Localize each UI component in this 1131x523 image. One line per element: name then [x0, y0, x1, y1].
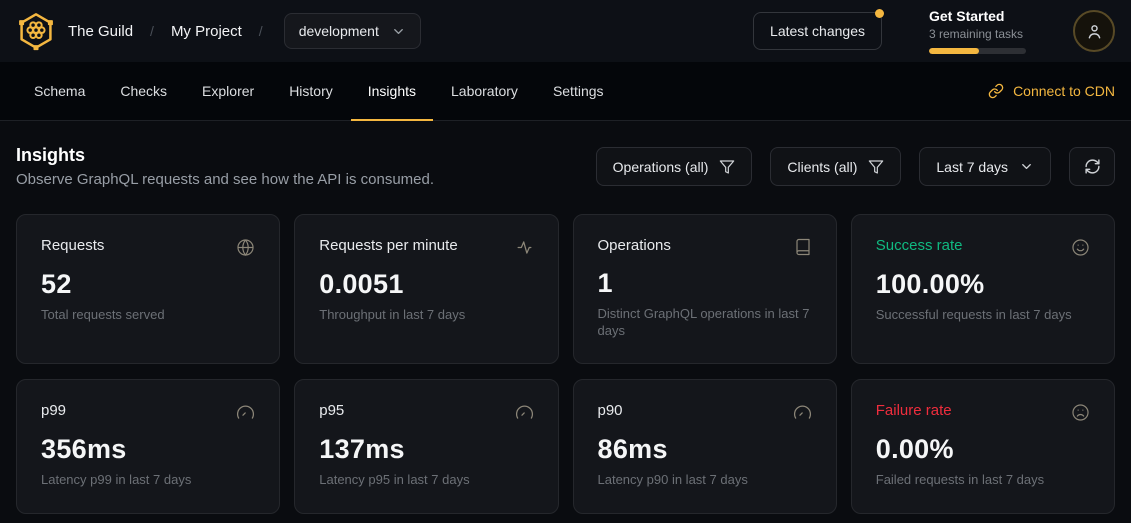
tab-schema[interactable]: Schema [34, 62, 85, 120]
clients-filter-button[interactable]: Clients (all) [770, 147, 901, 186]
page-header: Insights Observe GraphQL requests and se… [16, 145, 434, 188]
stat-card-failure-rate: Failure rate 0.00% Failed requests in la… [851, 379, 1115, 514]
frown-icon [1071, 403, 1090, 422]
tab-navigation: Schema Checks Explorer History Insights … [0, 62, 1131, 121]
chevron-down-icon [1019, 159, 1034, 174]
card-subtitle: Latency p95 in last 7 days [319, 472, 533, 489]
card-title: Operations [598, 237, 671, 254]
stat-card-operations: Operations 1 Distinct GraphQL operations… [573, 214, 837, 364]
get-started-title: Get Started [929, 8, 1026, 26]
breadcrumb: The Guild / My Project / development [68, 13, 421, 49]
card-subtitle: Throughput in last 7 days [319, 307, 533, 324]
card-subtitle: Successful requests in last 7 days [876, 307, 1090, 324]
clients-filter-label: Clients (all) [787, 159, 857, 175]
card-value: 137ms [319, 435, 533, 465]
card-title: Requests [41, 237, 104, 254]
tab-history[interactable]: History [289, 62, 333, 120]
date-range-label: Last 7 days [936, 159, 1008, 175]
tab-laboratory[interactable]: Laboratory [451, 62, 518, 120]
card-value: 356ms [41, 435, 255, 465]
chevron-down-icon [391, 24, 406, 39]
guild-hive-logo-icon[interactable] [16, 11, 56, 51]
operations-filter-label: Operations (all) [613, 159, 709, 175]
get-started-widget[interactable]: Get Started 3 remaining tasks [929, 8, 1026, 54]
breadcrumb-project[interactable]: My Project [171, 23, 242, 40]
breadcrumb-org[interactable]: The Guild [68, 23, 133, 40]
card-value: 0.00% [876, 435, 1090, 465]
page-title: Insights [16, 145, 434, 166]
card-title: Failure rate [876, 402, 952, 419]
user-avatar[interactable] [1073, 10, 1115, 52]
stats-grid: Requests 52 Total requests served Reques… [16, 214, 1115, 514]
globe-icon [236, 238, 255, 257]
tab-explorer[interactable]: Explorer [202, 62, 254, 120]
stat-card-p95: p95 137ms Latency p95 in last 7 days [294, 379, 558, 514]
card-title: p99 [41, 402, 66, 419]
stat-card-requests-per-minute: Requests per minute 0.0051 Throughput in… [294, 214, 558, 364]
gauge-icon [793, 403, 812, 422]
environment-selector-value: development [299, 23, 379, 39]
date-range-button[interactable]: Last 7 days [919, 147, 1051, 186]
app-header: The Guild / My Project / development Lat… [0, 0, 1131, 62]
environment-selector[interactable]: development [284, 13, 421, 49]
notification-dot [875, 9, 884, 18]
insights-page: Insights Observe GraphQL requests and se… [0, 145, 1131, 514]
gauge-icon [236, 403, 255, 422]
card-title: Success rate [876, 237, 963, 254]
stat-card-p90: p90 86ms Latency p90 in last 7 days [573, 379, 837, 514]
card-value: 0.0051 [319, 270, 533, 300]
card-subtitle: Latency p90 in last 7 days [598, 472, 812, 489]
book-icon [794, 238, 812, 256]
page-description: Observe GraphQL requests and see how the… [16, 171, 434, 188]
filter-toolbar: Operations (all) Clients (all) Last 7 da… [596, 147, 1115, 186]
operations-filter-button[interactable]: Operations (all) [596, 147, 753, 186]
stat-card-success-rate: Success rate 100.00% Successful requests… [851, 214, 1115, 364]
get-started-progress-bar [929, 48, 1026, 54]
card-subtitle: Total requests served [41, 307, 255, 324]
connect-to-cdn-label: Connect to CDN [1013, 83, 1115, 99]
card-title: p95 [319, 402, 344, 419]
get-started-progress-fill [929, 48, 979, 54]
card-value: 1 [598, 269, 812, 299]
latest-changes-label: Latest changes [770, 23, 865, 39]
funnel-icon [719, 159, 735, 175]
card-title: p90 [598, 402, 623, 419]
link-icon [988, 83, 1004, 99]
card-value: 86ms [598, 435, 812, 465]
card-subtitle: Failed requests in last 7 days [876, 472, 1090, 489]
breadcrumb-separator: / [259, 23, 263, 39]
card-subtitle: Latency p99 in last 7 days [41, 472, 255, 489]
funnel-icon [868, 159, 884, 175]
card-value: 100.00% [876, 270, 1090, 300]
tab-list: Schema Checks Explorer History Insights … [34, 62, 604, 120]
breadcrumb-separator: / [150, 23, 154, 39]
smile-icon [1071, 238, 1090, 257]
tab-settings[interactable]: Settings [553, 62, 604, 120]
card-subtitle: Distinct GraphQL operations in last 7 da… [598, 306, 812, 340]
get-started-subtitle: 3 remaining tasks [929, 27, 1026, 41]
card-value: 52 [41, 270, 255, 300]
tab-checks[interactable]: Checks [120, 62, 167, 120]
refresh-button[interactable] [1069, 147, 1115, 186]
latest-changes-button[interactable]: Latest changes [753, 12, 882, 50]
gauge-icon [515, 403, 534, 422]
card-title: Requests per minute [319, 237, 457, 254]
stat-card-p99: p99 356ms Latency p99 in last 7 days [16, 379, 280, 514]
user-icon [1085, 22, 1104, 41]
connect-to-cdn-link[interactable]: Connect to CDN [988, 62, 1115, 120]
refresh-icon [1084, 158, 1101, 175]
stat-card-requests: Requests 52 Total requests served [16, 214, 280, 364]
activity-icon [515, 238, 534, 257]
tab-insights[interactable]: Insights [368, 62, 416, 120]
